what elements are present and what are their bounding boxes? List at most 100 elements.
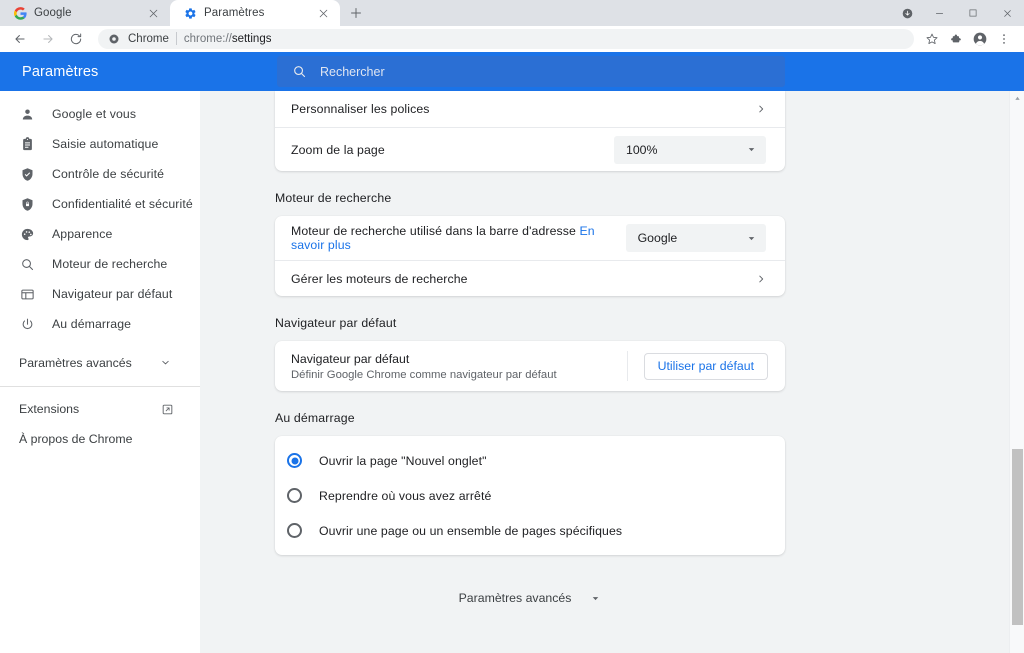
sidebar-item-label: Navigateur par défaut bbox=[52, 287, 173, 301]
chevron-down-icon bbox=[746, 144, 757, 155]
default-browser-subtitle: Définir Google Chrome comme navigateur p… bbox=[291, 368, 557, 381]
google-g-icon bbox=[13, 6, 27, 20]
radio-button[interactable] bbox=[287, 453, 302, 468]
sidebar-advanced-toggle[interactable]: Paramètres avancés bbox=[0, 347, 200, 378]
chevron-down-icon bbox=[746, 233, 757, 244]
sidebar-item-label: Au démarrage bbox=[52, 317, 132, 331]
vertical-scrollbar[interactable] bbox=[1009, 91, 1024, 653]
shield-check-icon bbox=[19, 166, 36, 183]
chrome-page-icon bbox=[108, 32, 121, 45]
settings-content-pane: Personnaliser les polices Zoom de la pag… bbox=[200, 91, 1024, 653]
search-engine-dropdown[interactable]: Google bbox=[625, 224, 766, 252]
star-icon[interactable] bbox=[920, 27, 944, 51]
tab-strip: Google Paramètres bbox=[0, 0, 1024, 26]
address-bar[interactable]: Chrome chrome://settings bbox=[98, 28, 914, 49]
sidebar-item-moteur-de-recherche[interactable]: Moteur de recherche bbox=[0, 249, 200, 279]
utiliser-par-defaut-button[interactable]: Utiliser par défaut bbox=[643, 352, 768, 380]
search-input[interactable] bbox=[320, 64, 770, 79]
dropdown-value: Google bbox=[637, 231, 678, 245]
sidebar-item-a-propos-de-chrome[interactable]: À propos de Chrome bbox=[0, 424, 200, 454]
settings-header-bar: Paramètres bbox=[0, 52, 1024, 91]
row-label: Gérer les moteurs de recherche bbox=[291, 271, 468, 286]
search-icon bbox=[292, 64, 307, 79]
row-label: Personnaliser les polices bbox=[291, 102, 430, 116]
advanced-settings-label: Paramètres avancés bbox=[458, 591, 572, 605]
dropdown-value: 100% bbox=[626, 142, 658, 157]
search-icon bbox=[19, 256, 36, 273]
sidebar-divider bbox=[0, 386, 200, 387]
shield-icon bbox=[19, 196, 36, 213]
back-arrow-icon[interactable] bbox=[6, 27, 34, 51]
radio-row-reprendre[interactable]: Reprendre où vous avez arrêté bbox=[275, 478, 785, 513]
row-zoom-de-la-page: Zoom de la page 100% bbox=[275, 127, 785, 171]
chevron-right-icon bbox=[756, 274, 766, 284]
browser-window-icon bbox=[19, 286, 36, 303]
three-dot-menu-icon[interactable] bbox=[992, 27, 1016, 51]
sidebar-item-google-et-vous[interactable]: Google et vous bbox=[0, 99, 200, 129]
puzzle-icon[interactable] bbox=[944, 27, 968, 51]
default-browser-card: Navigateur par défaut Définir Google Chr… bbox=[275, 341, 785, 391]
page-zoom-dropdown[interactable]: 100% bbox=[614, 135, 766, 164]
browser-tab-google[interactable]: Google bbox=[0, 0, 170, 26]
update-circle-icon[interactable] bbox=[892, 0, 922, 26]
maximize-icon[interactable] bbox=[956, 0, 990, 26]
row-label: Zoom de la page bbox=[291, 142, 385, 157]
sidebar-item-apparence[interactable]: Apparence bbox=[0, 219, 200, 249]
sidebar-item-label: Google et vous bbox=[52, 107, 137, 121]
section-title-moteur-de-recherche: Moteur de recherche bbox=[275, 191, 392, 205]
page-title: Paramètres bbox=[22, 63, 99, 80]
settings-body: Google et vous Saisie automatique Contrô… bbox=[0, 91, 1024, 653]
sidebar-item-label: Confidentialité et sécurité bbox=[52, 197, 193, 211]
sidebar-item-label: Moteur de recherche bbox=[52, 257, 168, 271]
close-icon[interactable] bbox=[316, 6, 331, 21]
minimize-icon[interactable] bbox=[922, 0, 956, 26]
sidebar-item-label: Saisie automatique bbox=[52, 137, 159, 151]
url-prefix: chrome:// bbox=[183, 32, 232, 45]
close-icon[interactable] bbox=[990, 0, 1024, 26]
row-navigateur-par-defaut: Navigateur par défaut Définir Google Chr… bbox=[275, 341, 785, 391]
external-link-icon bbox=[159, 401, 176, 418]
avatar-icon[interactable] bbox=[968, 27, 992, 51]
advanced-settings-expander[interactable]: Paramètres avancés bbox=[275, 591, 785, 605]
settings-search-box[interactable] bbox=[277, 56, 785, 87]
section-title-navigateur-par-defaut: Navigateur par défaut bbox=[275, 316, 397, 330]
sidebar-item-saisie-automatique[interactable]: Saisie automatique bbox=[0, 129, 200, 159]
radio-row-pages-specifiques[interactable]: Ouvrir une page ou un ensemble de pages … bbox=[275, 513, 785, 548]
clipboard-icon bbox=[19, 136, 36, 153]
sidebar-item-navigateur-par-defaut[interactable]: Navigateur par défaut bbox=[0, 279, 200, 309]
settings-gear-icon bbox=[183, 6, 197, 20]
power-icon bbox=[19, 316, 36, 333]
vertical-divider bbox=[626, 351, 628, 381]
tab-title: Google bbox=[34, 7, 72, 19]
sidebar-advanced-label: Paramètres avancés bbox=[19, 355, 132, 370]
row-personnaliser-les-polices[interactable]: Personnaliser les polices bbox=[275, 91, 785, 127]
omnibox-chip-label: Chrome bbox=[128, 32, 169, 45]
sidebar-item-au-demarrage[interactable]: Au démarrage bbox=[0, 309, 200, 339]
sidebar-item-confidentialite-et-securite[interactable]: Confidentialité et sécurité bbox=[0, 189, 200, 219]
palette-icon bbox=[19, 226, 36, 243]
chevron-right-icon bbox=[756, 104, 766, 114]
omnibox-divider bbox=[175, 32, 177, 45]
row-gerer-moteurs-de-recherche[interactable]: Gérer les moteurs de recherche bbox=[275, 260, 785, 296]
sidebar-item-label: Apparence bbox=[52, 227, 113, 241]
reload-icon[interactable] bbox=[62, 27, 90, 51]
row-label-text: Moteur de recherche utilisé dans la barr… bbox=[291, 224, 576, 238]
radio-button[interactable] bbox=[287, 488, 302, 503]
row-moteur-barre-adresse: Moteur de recherche utilisé dans la barr… bbox=[275, 216, 785, 260]
browser-tab-parametres[interactable]: Paramètres bbox=[170, 0, 340, 26]
startup-card: Ouvrir la page "Nouvel onglet" Reprendre… bbox=[275, 436, 785, 555]
sidebar-item-controle-de-securite[interactable]: Contrôle de sécurité bbox=[0, 159, 200, 189]
tab-title: Paramètres bbox=[204, 7, 265, 19]
radio-button[interactable] bbox=[287, 523, 302, 538]
radio-label: Ouvrir la page "Nouvel onglet" bbox=[319, 453, 487, 468]
new-tab-button[interactable] bbox=[343, 0, 369, 26]
scrollbar-thumb[interactable] bbox=[1012, 449, 1023, 625]
browser-toolbar: Chrome chrome://settings bbox=[0, 26, 1024, 52]
scroll-up-arrow-icon[interactable] bbox=[1010, 91, 1024, 106]
default-browser-texts: Navigateur par défaut Définir Google Chr… bbox=[291, 352, 627, 381]
forward-arrow-icon[interactable] bbox=[34, 27, 62, 51]
radio-row-nouvel-onglet[interactable]: Ouvrir la page "Nouvel onglet" bbox=[275, 443, 785, 478]
close-icon[interactable] bbox=[146, 6, 161, 21]
chevron-down-icon bbox=[590, 593, 601, 604]
sidebar-item-extensions[interactable]: Extensions bbox=[0, 394, 200, 424]
